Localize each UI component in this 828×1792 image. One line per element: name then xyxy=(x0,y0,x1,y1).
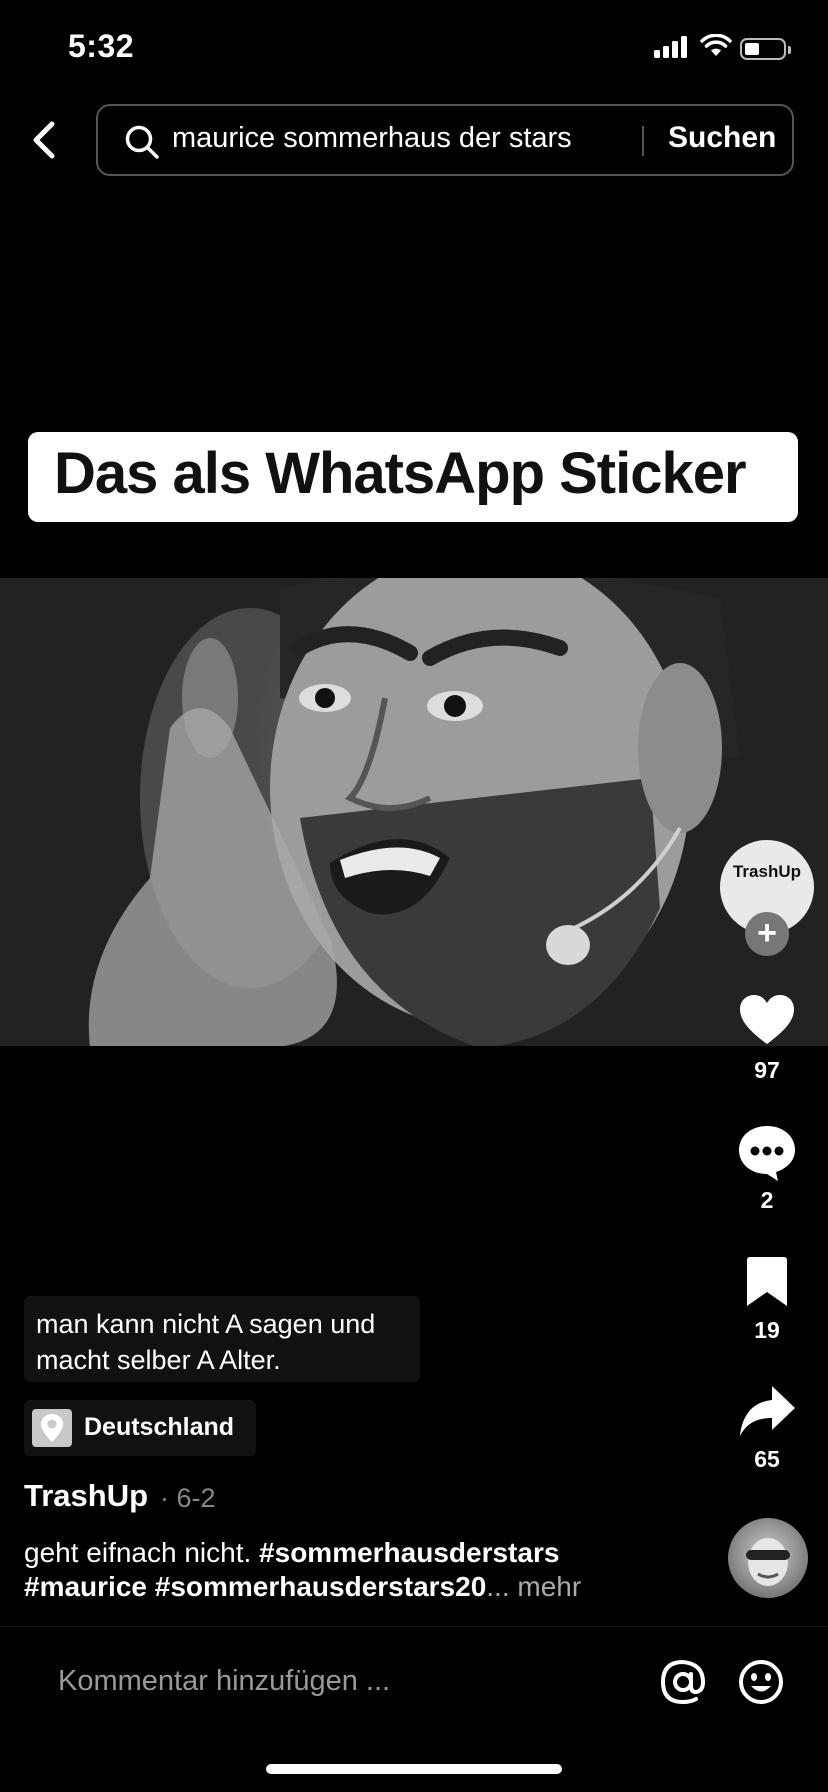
saves-count: 19 xyxy=(754,1317,780,1343)
video-overlay-text: Das als WhatsApp Sticker xyxy=(54,441,747,506)
video-frame[interactable] xyxy=(0,578,828,1046)
location-pin-icon xyxy=(32,1409,72,1447)
comment-icon[interactable] xyxy=(738,1124,796,1182)
post-username[interactable]: TrashUp xyxy=(24,1478,148,1514)
heart-icon[interactable] xyxy=(738,994,796,1046)
emoji-icon[interactable] xyxy=(738,1659,784,1705)
subtitle-box: man kann nicht A sagen und macht selber … xyxy=(24,1296,420,1382)
bookmark-icon[interactable] xyxy=(744,1256,790,1308)
search-field[interactable]: maurice sommerhaus der stars Suchen xyxy=(96,104,794,176)
video-overlay-caption: Das als WhatsApp Sticker xyxy=(28,432,798,522)
hashtag-link[interactable]: #maurice xyxy=(24,1571,147,1602)
location-tag[interactable]: Deutschland xyxy=(24,1400,256,1456)
status-time: 5:32 xyxy=(68,28,135,64)
search-submit-button[interactable]: Suchen xyxy=(668,121,776,155)
subtitle-text: man kann nicht A sagen und macht selber … xyxy=(36,1309,376,1375)
location-label: Deutschland xyxy=(84,1413,235,1441)
comments-count: 2 xyxy=(760,1187,774,1213)
cellular-signal-icon xyxy=(654,36,687,58)
post-date: · 6-2 xyxy=(160,1483,216,1513)
hashtag-link[interactable]: #sommerhausderstars xyxy=(259,1537,559,1568)
mention-icon[interactable] xyxy=(660,1659,706,1705)
likes-count: 97 xyxy=(754,1057,780,1083)
comment-bar: Kommentar hinzufügen ... xyxy=(0,1626,828,1737)
battery-icon xyxy=(740,38,791,60)
post-caption[interactable]: geht eifnach nicht. #sommerhausderstars … xyxy=(24,1536,644,1604)
search-icon xyxy=(125,125,159,159)
video-image xyxy=(88,578,740,1046)
home-indicator xyxy=(266,1764,562,1774)
search-divider xyxy=(642,126,644,156)
share-icon[interactable] xyxy=(738,1384,796,1438)
follow-plus-button[interactable]: + xyxy=(745,912,789,956)
search-query-text[interactable]: maurice sommerhaus der stars xyxy=(172,122,572,155)
creator-avatar-label: TrashUp xyxy=(732,862,802,881)
more-link[interactable]: ... mehr xyxy=(486,1571,581,1602)
back-arrow-icon[interactable] xyxy=(26,118,62,162)
music-disc-image xyxy=(746,1538,790,1586)
hashtag-link[interactable]: #sommerhausderstars20 xyxy=(155,1571,487,1602)
music-disc-avatar[interactable] xyxy=(728,1518,808,1598)
caption-text: geht eifnach nicht. xyxy=(24,1537,260,1568)
shares-count: 65 xyxy=(754,1446,780,1472)
comment-input[interactable]: Kommentar hinzufügen ... xyxy=(58,1665,390,1698)
wifi-icon xyxy=(700,34,732,56)
